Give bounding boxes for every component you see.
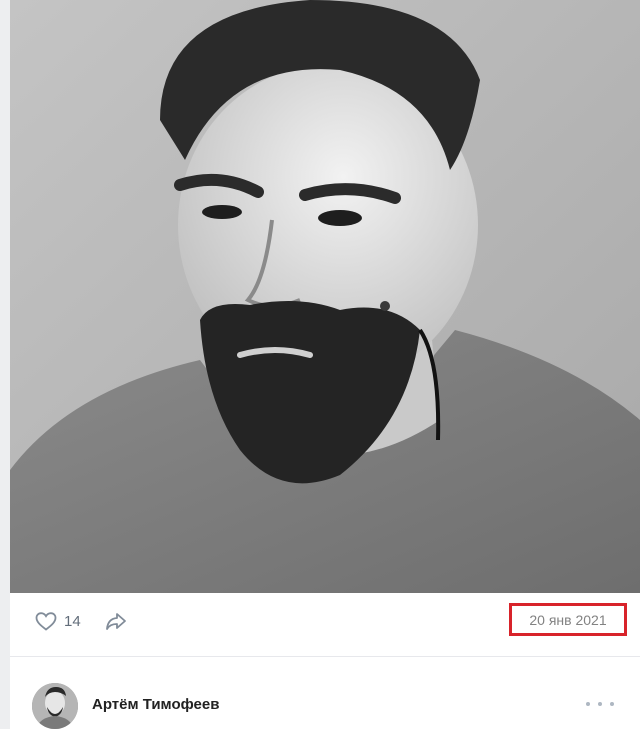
more-dot xyxy=(586,702,590,706)
date-highlight-box: 20 янв 2021 xyxy=(509,603,627,636)
post-photo[interactable] xyxy=(10,0,640,593)
avatar[interactable] xyxy=(32,683,78,729)
share-arrow-icon xyxy=(106,613,126,630)
post-card: 14 20 янв 2021 Артём Тимофеев xyxy=(10,0,640,729)
share-button[interactable] xyxy=(104,609,128,633)
like-count: 14 xyxy=(64,612,81,630)
more-dot xyxy=(598,702,602,706)
heart-icon xyxy=(35,612,57,631)
avatar-portrait-icon xyxy=(32,683,78,729)
author-row: Артём Тимофеев xyxy=(10,657,640,729)
more-dot xyxy=(610,702,614,706)
author-name[interactable]: Артём Тимофеев xyxy=(92,696,219,713)
like-button[interactable]: 14 xyxy=(34,609,81,633)
post-actions-bar: 14 20 янв 2021 xyxy=(10,593,640,649)
more-options-button[interactable] xyxy=(586,697,614,711)
post-date[interactable]: 20 янв 2021 xyxy=(529,612,606,628)
portrait-photo-illustration xyxy=(10,0,640,593)
